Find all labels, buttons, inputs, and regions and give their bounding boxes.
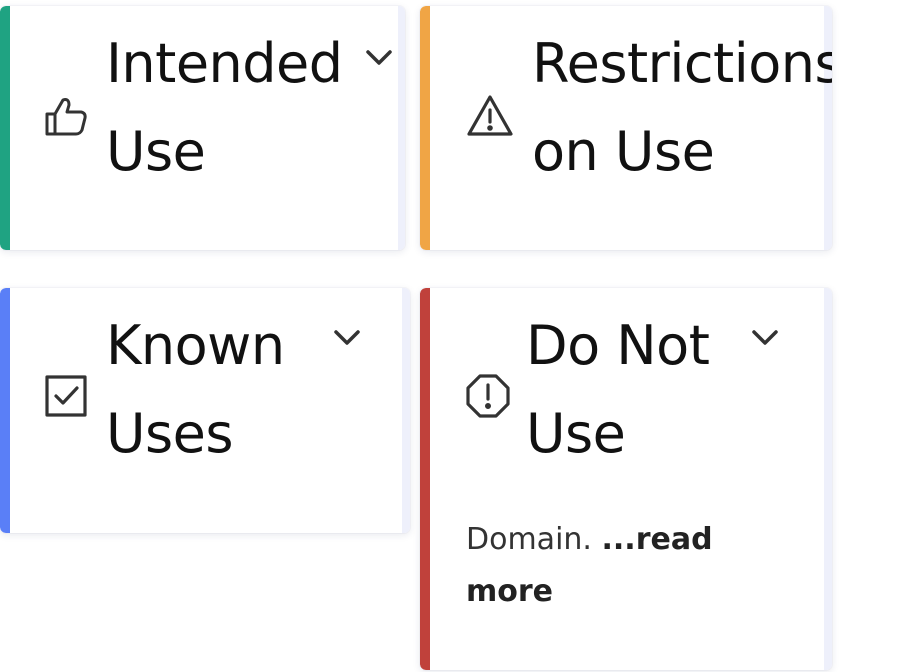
card-title: Intended Use: [106, 20, 343, 196]
card-title-line2: Uses: [106, 402, 234, 465]
chevron-down-icon[interactable]: [748, 326, 782, 350]
thumbs-up-icon: [42, 92, 90, 140]
card-do-not-use: Do Not Use Domain. ...read more: [420, 288, 832, 670]
card-known-uses: Known Uses: [0, 288, 410, 533]
card-title-line2: Use: [526, 402, 626, 465]
card-title-line1: Restrictions: [532, 32, 832, 95]
card-accent-bar: [420, 288, 430, 670]
card-edge: [402, 288, 410, 533]
card-title-line2: Use: [106, 120, 206, 183]
card-accent-bar: [0, 288, 10, 533]
card-edge: [398, 6, 405, 250]
card-title: Known Uses: [106, 302, 285, 478]
card-title: Do Not Use: [526, 302, 710, 478]
card-intended-use: Intended Use: [0, 6, 405, 250]
description-text: Domain.: [466, 522, 592, 557]
alert-octagon-icon: [464, 372, 512, 420]
card-title-line1: Known: [106, 314, 285, 377]
chevron-down-icon[interactable]: [362, 46, 396, 70]
card-accent-bar: [0, 6, 10, 250]
card-title: Restrictions on Use: [532, 20, 832, 196]
chevron-down-icon[interactable]: [330, 326, 364, 350]
card-edge: [824, 288, 832, 670]
card-title-line1: Do Not: [526, 314, 710, 377]
card-title-line1: Intended: [106, 32, 343, 95]
card-title-line2: on Use: [532, 120, 715, 183]
card-accent-bar: [420, 6, 430, 250]
card-restrictions-on-use: Restrictions on Use: [420, 6, 832, 250]
card-description: Domain. ...read more: [466, 514, 766, 618]
warning-triangle-icon: [466, 92, 514, 140]
checkbox-checked-icon: [42, 372, 90, 420]
